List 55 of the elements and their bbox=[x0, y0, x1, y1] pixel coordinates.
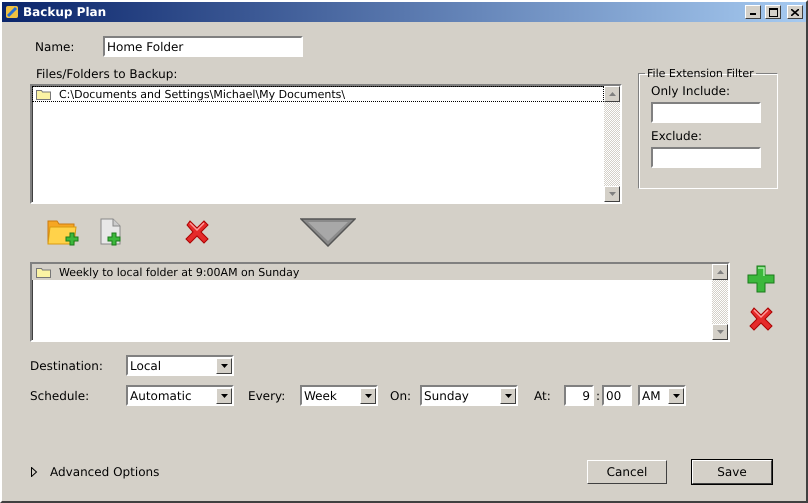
field-label: Exclude: bbox=[651, 129, 704, 143]
add-icon bbox=[746, 264, 776, 294]
minute-field[interactable]: 00 bbox=[602, 385, 632, 406]
dialog-button[interactable]: Cancel bbox=[587, 460, 667, 484]
field-label: At: bbox=[534, 388, 552, 402]
extension-field[interactable] bbox=[651, 147, 761, 168]
add-plan-button[interactable] bbox=[746, 264, 776, 294]
hour-field[interactable]: 9 bbox=[564, 385, 594, 406]
caret-icon bbox=[672, 394, 680, 398]
caret-icon bbox=[364, 394, 372, 398]
scroll-bar[interactable] bbox=[712, 264, 728, 340]
dropdown[interactable]: Sunday bbox=[420, 385, 518, 406]
time-separator: : bbox=[595, 388, 602, 402]
list-item-text: Weekly to local folder at 9:00AM on Sunday bbox=[59, 266, 300, 278]
section-label: Files/Folders to Backup: bbox=[35, 67, 178, 81]
field-label: Schedule: bbox=[30, 388, 90, 402]
list-item-text: C:\Documents and Settings\Michael\My Documents\ bbox=[59, 88, 346, 100]
maximize-icon bbox=[768, 8, 778, 16]
move-down-icon bbox=[300, 217, 356, 247]
window-title: Backup Plan bbox=[23, 5, 108, 19]
maximize-button[interactable] bbox=[765, 5, 781, 19]
dialog-button[interactable]: Save bbox=[692, 460, 772, 484]
expander-icon bbox=[30, 467, 38, 477]
field-label: Every: bbox=[248, 388, 286, 402]
scroll-up-icon bbox=[608, 92, 616, 96]
dropdown[interactable]: AM bbox=[638, 385, 686, 406]
group-title: File Extension Filter bbox=[646, 67, 755, 80]
advanced-options-toggle[interactable]: Advanced Options bbox=[30, 465, 160, 479]
caret-icon bbox=[220, 364, 228, 368]
list-box[interactable]: C:\Documents and Settings\Michael\My Documents\ bbox=[30, 84, 622, 204]
minimize-button[interactable] bbox=[745, 5, 761, 19]
caret-icon bbox=[220, 394, 228, 398]
dropdown[interactable]: Automatic bbox=[126, 385, 234, 406]
extension-field[interactable] bbox=[651, 102, 761, 123]
dropdown[interactable]: Week bbox=[300, 385, 378, 406]
field-label: Only Include: bbox=[651, 84, 732, 98]
field-label: Destination: bbox=[30, 358, 104, 372]
folder-icon bbox=[36, 266, 51, 278]
scroll-down-icon bbox=[716, 330, 724, 334]
name-field[interactable]: Home Folder bbox=[103, 36, 303, 57]
list-item[interactable]: Weekly to local folder at 9:00AM on Sunday bbox=[32, 264, 712, 280]
dropdown[interactable]: Local bbox=[126, 355, 234, 376]
list-box[interactable]: Weekly to local folder at 9:00AM on Sunday bbox=[30, 262, 730, 342]
close-icon bbox=[791, 8, 799, 16]
field-label: Name: bbox=[35, 40, 73, 54]
app-icon bbox=[5, 5, 19, 19]
move-down-button[interactable] bbox=[300, 217, 356, 247]
scroll-down-icon bbox=[608, 192, 616, 196]
close-button[interactable] bbox=[787, 5, 803, 19]
field-label: On: bbox=[390, 388, 412, 402]
folder-icon bbox=[36, 88, 51, 100]
scroll-up-icon bbox=[716, 270, 724, 274]
scroll-bar[interactable] bbox=[604, 86, 620, 202]
list-item[interactable]: C:\Documents and Settings\Michael\My Documents\ bbox=[32, 86, 604, 102]
caret-icon bbox=[504, 394, 512, 398]
